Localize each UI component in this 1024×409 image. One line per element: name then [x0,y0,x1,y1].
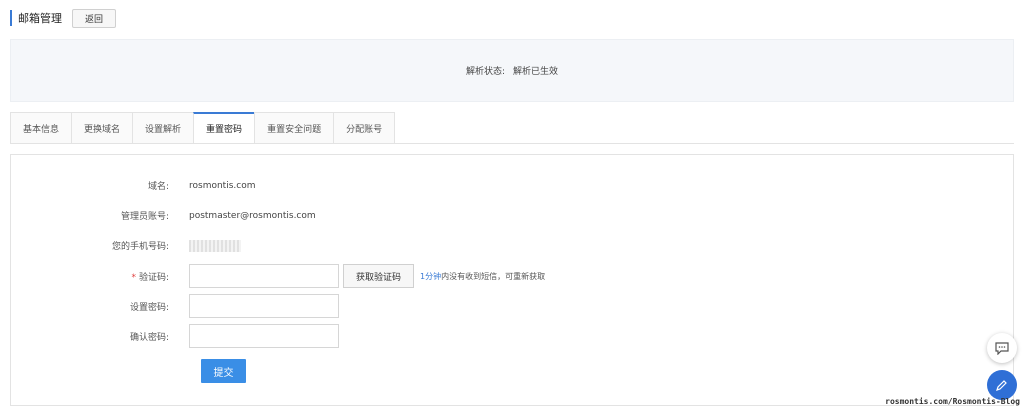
sms-hint-timer: 1分钟 [420,271,442,281]
tab-basic-info[interactable]: 基本信息 [10,112,72,144]
required-marker: * [131,272,136,283]
verification-code-label: * 验证码: [11,270,189,283]
tab-bar: 基本信息 更换域名 设置解析 重置密码 重置安全问题 分配账号 [10,112,396,144]
chat-icon [995,341,1009,355]
domain-row: 域名: rosmontis.com [11,179,256,193]
domain-value: rosmontis.com [189,180,256,191]
status-label: 解析状态: [465,67,506,77]
verification-code-row: * 验证码: 获取验证码 1分钟内没有收到短信，可重新获取 [11,264,545,288]
phone-label: 您的手机号码: [111,242,169,252]
admin-account-value: postmaster@rosmontis.com [189,210,316,221]
confirm-password-row: 确认密码: [11,324,339,348]
status-value: 解析已生效 [513,67,559,77]
domain-label: 域名: [147,182,169,192]
tab-change-domain[interactable]: 更换域名 [71,112,133,144]
confirm-password-label: 确认密码: [129,332,169,343]
page-header: 邮箱管理 返回 [10,8,117,28]
watermark-text: rosmontis.com/Rosmontis-Blog [885,397,1020,406]
edit-icon [996,380,1007,391]
submit-button[interactable]: 提交 [201,359,246,383]
tab-assign-account[interactable]: 分配账号 [333,112,396,144]
resolution-status-panel: 解析状态: 解析已生效 [10,39,1014,102]
page-title: 邮箱管理 [18,12,62,25]
password-input[interactable] [189,294,339,318]
password-row: 设置密码: [11,294,339,318]
title-accent-bar [10,10,12,26]
password-label: 设置密码: [129,302,169,313]
back-button[interactable]: 返回 [72,8,117,28]
phone-row: 您的手机号码: [11,239,241,252]
tab-reset-security-question[interactable]: 重置安全问题 [254,112,334,144]
tab-reset-password[interactable]: 重置密码 [193,112,255,144]
edit-float-button[interactable] [987,370,1017,400]
phone-number-masked [189,239,241,252]
reset-password-form: 域名: rosmontis.com 管理员账号: postmaster@rosm… [10,154,1014,406]
tab-divider [10,143,1014,144]
confirm-password-input[interactable] [189,324,339,348]
verification-code-input[interactable] [189,264,339,288]
sms-hint-text: 内没有收到短信，可重新获取 [441,271,546,281]
tab-dns-settings[interactable]: 设置解析 [132,112,194,144]
chat-float-button[interactable] [987,333,1017,363]
get-verification-code-button[interactable]: 获取验证码 [343,264,415,288]
admin-row: 管理员账号: postmaster@rosmontis.com [11,209,316,223]
verification-code-label-text: 验证码: [138,272,169,283]
sms-hint: 1分钟内没有收到短信，可重新获取 [420,271,545,282]
admin-account-label: 管理员账号: [120,212,169,222]
